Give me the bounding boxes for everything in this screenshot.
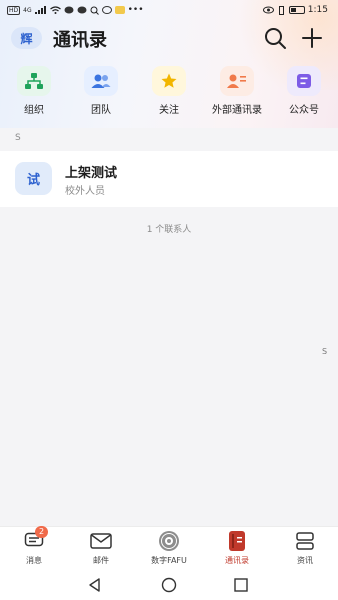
status-bar: HD 4G ••• 1:15 (0, 0, 338, 20)
system-navigation-bar (0, 570, 338, 600)
shortcut-external-contacts[interactable]: 外部通讯录 (203, 66, 271, 116)
search-small-icon (90, 6, 99, 15)
shortcut-grid: 组织 团队 关注 外部通讯录 公众号 (0, 66, 338, 118)
battery-icon (288, 6, 305, 14)
app-notification-icon (114, 6, 125, 14)
tab-news[interactable]: 资讯 (272, 531, 338, 566)
tab-label: 邮件 (93, 556, 109, 565)
back-icon[interactable] (86, 576, 104, 594)
org-chart-icon (17, 66, 51, 96)
unread-badge: 2 (35, 526, 48, 538)
star-icon (152, 66, 186, 96)
contact-avatar: 试 (15, 162, 52, 195)
chat-bubble-icon (77, 6, 87, 14)
more-dots-icon: ••• (127, 5, 144, 15)
search-icon[interactable] (263, 26, 287, 50)
shortcut-label: 关注 (159, 105, 179, 116)
shortcut-organization[interactable]: 组织 (0, 66, 68, 116)
tab-label: 通讯录 (225, 556, 249, 565)
tab-digital-fafu[interactable]: 数字FAFU (136, 531, 202, 566)
user-avatar[interactable]: 辉 (11, 27, 42, 49)
bottom-tab-bar: 2 消息 邮件 数字FAFU 通讯录 资讯 (0, 526, 338, 570)
recent-apps-icon[interactable] (232, 576, 250, 594)
fafu-logo-icon (157, 531, 181, 551)
external-contacts-icon (220, 66, 254, 96)
shortcut-label: 公众号 (289, 105, 319, 116)
contacts-book-icon (225, 531, 249, 551)
message-icon: 2 (22, 526, 48, 551)
page-title: 通讯录 (53, 30, 107, 51)
shortcut-label: 组织 (24, 105, 44, 116)
news-icon (293, 531, 317, 551)
tab-messages[interactable]: 2 消息 (1, 526, 67, 566)
tab-label: 数字FAFU (151, 556, 187, 565)
signal-4g-label: 4G (23, 6, 32, 14)
alphabet-index-item[interactable]: S (322, 347, 327, 356)
vibrate-icon (278, 5, 284, 15)
eye-icon (262, 6, 274, 14)
shortcut-label: 外部通讯录 (212, 105, 262, 116)
mail-icon (89, 531, 113, 551)
chat-bubble-icon (64, 6, 74, 14)
shortcut-official-account[interactable]: 公众号 (270, 66, 338, 116)
team-icon (84, 66, 118, 96)
contact-list-item[interactable]: 试 上架测试 校外人员 (0, 151, 338, 207)
wifi-icon (49, 6, 61, 14)
section-header: S (15, 133, 21, 143)
shortcut-label: 团队 (91, 105, 111, 116)
app-header: 辉 通讯录 (0, 22, 338, 58)
contact-name: 上架测试 (65, 166, 118, 181)
official-account-icon (287, 66, 321, 96)
shortcut-team[interactable]: 团队 (67, 66, 135, 116)
hd-badge: HD (7, 5, 21, 15)
shortcut-follow[interactable]: 关注 (135, 66, 203, 116)
chat-bubble-icon (101, 6, 112, 14)
status-time: 1:15 (307, 5, 328, 15)
tab-label: 资讯 (297, 556, 313, 565)
contact-count: 1 个联系人 (146, 225, 192, 235)
signal-icon (34, 6, 46, 14)
home-icon[interactable] (160, 576, 178, 594)
tab-contacts[interactable]: 通讯录 (204, 531, 270, 566)
add-icon[interactable] (300, 26, 324, 50)
tab-label: 消息 (26, 556, 42, 565)
contact-subtitle: 校外人员 (65, 186, 105, 197)
tab-mail[interactable]: 邮件 (68, 531, 134, 566)
